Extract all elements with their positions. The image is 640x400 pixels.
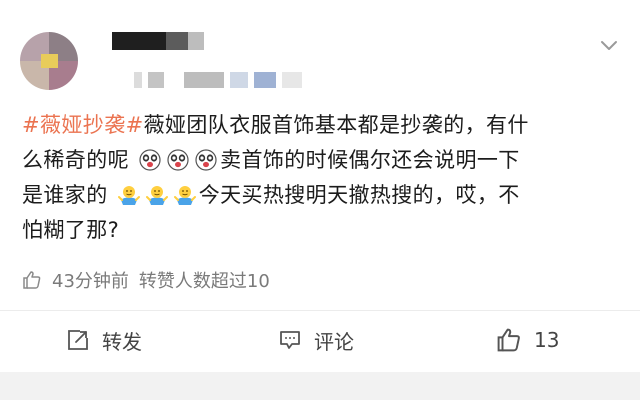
shrug-emoji bbox=[117, 186, 140, 205]
repost-like-count: 转赞人数超过10 bbox=[138, 271, 270, 292]
panda-shocked-emoji bbox=[139, 149, 161, 171]
post-text-segment: 么稀奇的呢 bbox=[22, 148, 129, 172]
thumbs-up-icon bbox=[497, 328, 520, 352]
post-body: #薇娅抄袭#薇娅团队衣服首饰基本都是抄袭的，有什 么稀奇的呢 卖首饰的时候偶尔还… bbox=[22, 108, 622, 248]
chevron-down-icon[interactable] bbox=[600, 40, 618, 52]
username-redacted[interactable] bbox=[112, 32, 204, 50]
post-text-segment: 今天买热搜明天撤热搜的，哎，不 bbox=[198, 183, 520, 207]
user-avatar[interactable] bbox=[20, 32, 78, 90]
post-line: 怕糊了那? bbox=[22, 213, 622, 248]
comment-label: 评论 bbox=[314, 329, 354, 354]
post-line: 是谁家的 今天买热搜明天撤热搜的，哎，不 bbox=[22, 178, 622, 213]
like-button[interactable]: 13 bbox=[496, 322, 559, 358]
post-meta: 43分钟前 转赞人数超过10 bbox=[22, 268, 270, 292]
post-text-segment: 是谁家的 bbox=[22, 183, 108, 207]
comment-button[interactable]: 评论 bbox=[278, 322, 354, 358]
repost-label: 转发 bbox=[102, 329, 142, 354]
avatar-pixel bbox=[40, 54, 59, 68]
divider bbox=[0, 310, 640, 311]
repost-button[interactable]: 转发 bbox=[66, 322, 142, 358]
shrug-emoji bbox=[145, 186, 168, 205]
thumbs-up-icon bbox=[23, 271, 41, 289]
shrug-emoji bbox=[173, 186, 196, 205]
like-count: 13 bbox=[534, 328, 560, 352]
post-text-segment: 卖首饰的时候偶尔还会说明一下 bbox=[220, 148, 520, 172]
panda-shocked-emoji bbox=[167, 149, 189, 171]
post-source-redacted bbox=[134, 72, 302, 88]
hashtag-link[interactable]: #薇娅抄袭# bbox=[22, 113, 144, 137]
weibo-post-card: #薇娅抄袭#薇娅团队衣服首饰基本都是抄袭的，有什 么稀奇的呢 卖首饰的时候偶尔还… bbox=[0, 0, 640, 372]
comment-icon bbox=[280, 331, 300, 349]
post-line: 么稀奇的呢 卖首饰的时候偶尔还会说明一下 bbox=[22, 143, 622, 178]
feed-separator bbox=[0, 372, 640, 400]
post-line: #薇娅抄袭#薇娅团队衣服首饰基本都是抄袭的，有什 bbox=[22, 108, 622, 143]
post-text-segment: 怕糊了那? bbox=[22, 218, 120, 242]
post-time: 43分钟前 bbox=[52, 271, 129, 292]
post-text-segment: 薇娅团队衣服首饰基本都是抄袭的，有什 bbox=[143, 113, 529, 137]
share-icon bbox=[68, 330, 88, 350]
panda-shocked-emoji bbox=[195, 149, 217, 171]
